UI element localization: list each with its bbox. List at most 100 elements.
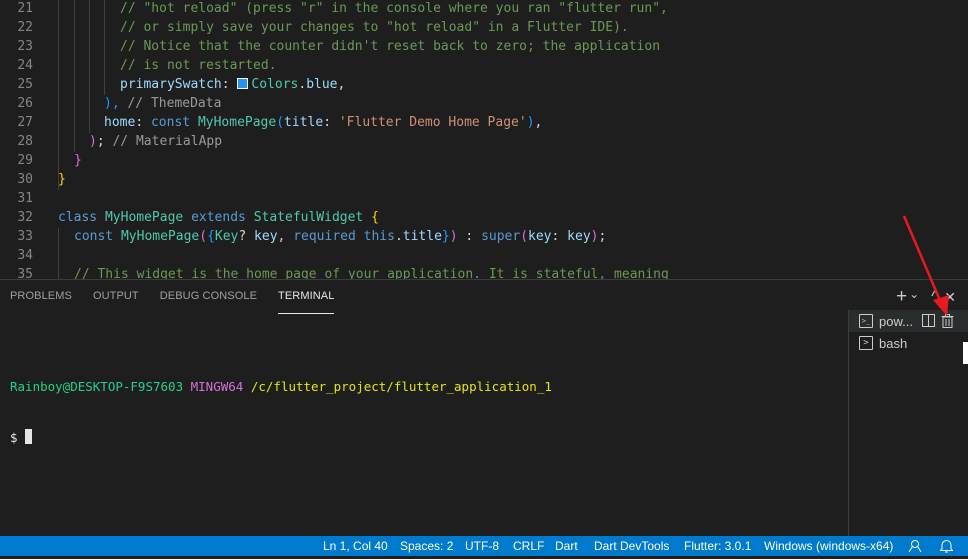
line-number: 30: [17, 172, 33, 187]
line-number: 34: [17, 248, 33, 263]
code-line[interactable]: 26 ), // ThemeData: [0, 94, 968, 113]
tab-output[interactable]: OUTPUT: [93, 290, 139, 314]
trash-icon[interactable]: [941, 314, 954, 331]
code-line[interactable]: 25 primarySwatch: Colors.blue,: [0, 75, 968, 94]
line-number: 21: [17, 1, 33, 16]
terminal-item-label: pow...: [879, 313, 913, 329]
code-text: primarySwatch: Colors.blue,: [120, 75, 345, 94]
code-token: (: [199, 229, 208, 244]
code-token: :: [221, 77, 238, 92]
panel-actions: + ⌄ ^ ✕: [896, 286, 956, 308]
tab-terminal[interactable]: TERMINAL: [278, 290, 335, 314]
terminal-tabs-list: >_ pow... > bash: [848, 310, 968, 537]
code-token: (: [276, 115, 285, 130]
code-text: // This widget is the home page of your …: [74, 265, 669, 279]
code-token: (: [520, 229, 529, 244]
code-token: const: [150, 115, 198, 130]
code-line[interactable]: 31: [0, 189, 968, 208]
code-token: }: [441, 229, 450, 244]
code-line[interactable]: 24 // is not restarted.: [0, 56, 968, 75]
code-token: Colors: [251, 77, 299, 92]
code-token: key: [567, 229, 591, 244]
tab-debug-console[interactable]: DEBUG CONSOLE: [160, 290, 257, 314]
code-line[interactable]: 27 home: const MyHomePage(title: 'Flutter…: [0, 113, 968, 132]
code-token: :: [323, 115, 339, 130]
code-token: ;: [598, 229, 607, 244]
code-token: }: [74, 153, 82, 168]
code-line[interactable]: 29}: [0, 151, 968, 170]
code-text: // Notice that the counter didn't reset …: [120, 37, 660, 56]
code-line[interactable]: 34: [0, 246, 968, 265]
code-token: home: [104, 115, 136, 130]
status-encoding[interactable]: UTF-8: [465, 536, 499, 556]
status-device[interactable]: Windows (windows-x64): [764, 536, 893, 556]
code-text: class MyHomePage extends StatefulWidget …: [58, 208, 379, 227]
status-language[interactable]: Dart: [555, 536, 578, 556]
code-token: :: [551, 229, 568, 244]
new-terminal-icon[interactable]: +: [896, 286, 907, 308]
code-text: // or simply save your changes to "hot r…: [120, 18, 629, 37]
code-token: StatefulWidget: [253, 210, 372, 225]
code-line[interactable]: 30}: [0, 170, 968, 189]
code-token: ): [526, 115, 535, 130]
code-text: }: [58, 170, 66, 189]
code-token: this: [363, 229, 395, 244]
code-line[interactable]: 23 // Notice that the counter didn't rese…: [0, 37, 968, 56]
code-token: ,: [534, 115, 543, 130]
line-number: 31: [17, 191, 33, 206]
code-token: }: [58, 172, 66, 187]
status-indentation[interactable]: Spaces: 2: [400, 536, 453, 556]
status-devtools[interactable]: Dart DevTools: [594, 536, 669, 556]
code-text: ), // ThemeData: [104, 94, 221, 113]
code-line[interactable]: 35 // This widget is the home page of you…: [0, 265, 968, 279]
terminal-item-bash[interactable]: > bash: [849, 332, 968, 354]
code-token: ): [89, 134, 97, 149]
code-token: const: [74, 229, 121, 244]
terminal-focus-indicator: [963, 342, 968, 364]
code-token: ,: [337, 77, 346, 92]
code-line[interactable]: 22 // or simply save your changes to "hot…: [0, 18, 968, 37]
maximize-panel-icon[interactable]: ^: [931, 286, 938, 308]
terminal-output[interactable]: Rainboy@DESKTOP-F9S7603 MINGW64 /c/flutt…: [10, 344, 552, 480]
split-terminal-icon[interactable]: [922, 314, 935, 330]
status-eol[interactable]: CRLF: [513, 536, 544, 556]
code-token: // "hot reload" (press "r" in the consol…: [120, 1, 668, 16]
code-token: // ThemeData: [119, 96, 222, 111]
code-text: home: const MyHomePage(title: 'Flutter D…: [104, 113, 542, 132]
code-line[interactable]: 32 class MyHomePage extends StatefulWidge…: [0, 208, 968, 227]
terminal-user-host: Rainboy@DESKTOP-F9S7603: [10, 379, 184, 394]
terminal-dropdown-icon[interactable]: ⌄: [909, 283, 919, 305]
code-token: 'Flutter Demo Home Page': [338, 115, 527, 130]
line-number: 26: [17, 96, 33, 111]
close-panel-icon[interactable]: ✕: [944, 286, 956, 308]
color-swatch-icon: [237, 78, 249, 89]
terminal-item-powershell[interactable]: >_ pow...: [849, 310, 968, 332]
terminal-icon: >: [859, 336, 873, 350]
code-token: .: [394, 229, 403, 244]
code-token: ,: [277, 229, 294, 244]
code-token: key: [254, 229, 278, 244]
code-line[interactable]: 21 // "hot reload" (press "r" in the cons…: [0, 0, 968, 18]
code-line[interactable]: 28); // MaterialApp: [0, 132, 968, 151]
code-editor[interactable]: 21 // "hot reload" (press "r" in the cons…: [0, 0, 968, 279]
terminal-cursor: [25, 429, 33, 444]
tab-problems[interactable]: PROBLEMS: [10, 290, 72, 314]
code-line[interactable]: 33 const MyHomePage({Key? key, required t…: [0, 227, 968, 246]
code-token: MyHomePage: [197, 115, 277, 130]
line-number: 32: [17, 210, 33, 225]
code-token: :: [457, 229, 482, 244]
code-token: extends: [191, 210, 254, 225]
terminal-input-line[interactable]: $: [10, 429, 552, 446]
line-number: 35: [17, 267, 33, 279]
code-token: {: [371, 210, 379, 225]
line-number: 28: [17, 134, 33, 149]
code-token: // or simply save your changes to "hot r…: [120, 20, 629, 35]
line-number: 29: [17, 153, 33, 168]
code-text: }: [74, 151, 82, 170]
line-number: 27: [17, 115, 33, 130]
code-token: title: [402, 229, 442, 244]
code-text: const MyHomePage({Key? key, required thi…: [74, 227, 606, 246]
status-flutter-version[interactable]: Flutter: 3.0.1: [684, 536, 751, 556]
status-cursor-position[interactable]: Ln 1, Col 40: [323, 536, 388, 556]
code-token: // MaterialApp: [104, 134, 223, 149]
